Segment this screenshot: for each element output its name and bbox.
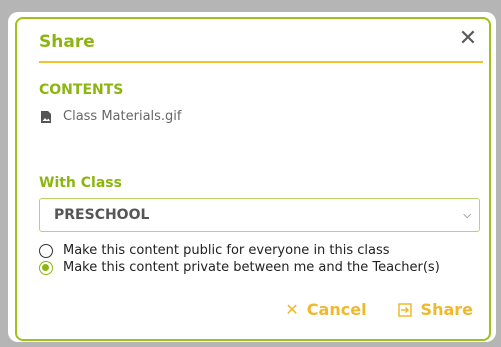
private-option-label: Make this content private between me and… [63, 260, 440, 275]
dialog-actions: ✕ Cancel Share [285, 300, 473, 319]
private-radio[interactable] [39, 260, 53, 275]
share-dialog: Share ✕ CONTENTS Class Materials.gif Wit… [15, 17, 491, 341]
image-file-icon [41, 110, 51, 123]
public-option-label: Make this content public for everyone in… [63, 243, 390, 258]
class-select[interactable]: PRESCHOOL ⌵ [39, 198, 480, 232]
public-radio[interactable] [39, 243, 53, 258]
contents-label: CONTENTS [39, 82, 124, 98]
chevron-down-icon: ⌵ [463, 210, 471, 221]
cancel-button[interactable]: ✕ Cancel [285, 300, 366, 319]
close-icon[interactable]: ✕ [457, 28, 479, 50]
cancel-label: Cancel [306, 300, 367, 319]
share-arrow-icon [397, 302, 412, 317]
header-divider [39, 61, 483, 63]
close-icon: ✕ [285, 300, 299, 319]
file-name: Class Materials.gif [63, 109, 182, 124]
with-class-label: With Class [39, 175, 122, 191]
dialog-title: Share [39, 32, 95, 52]
public-option[interactable]: Make this content public for everyone in… [39, 243, 390, 258]
class-select-value: PRESCHOOL [54, 207, 150, 223]
dialog-header: Share ✕ [17, 19, 489, 65]
share-button[interactable]: Share [397, 300, 473, 319]
content-file-item: Class Materials.gif [39, 109, 182, 124]
share-label: Share [420, 300, 473, 319]
private-option[interactable]: Make this content private between me and… [39, 260, 440, 275]
